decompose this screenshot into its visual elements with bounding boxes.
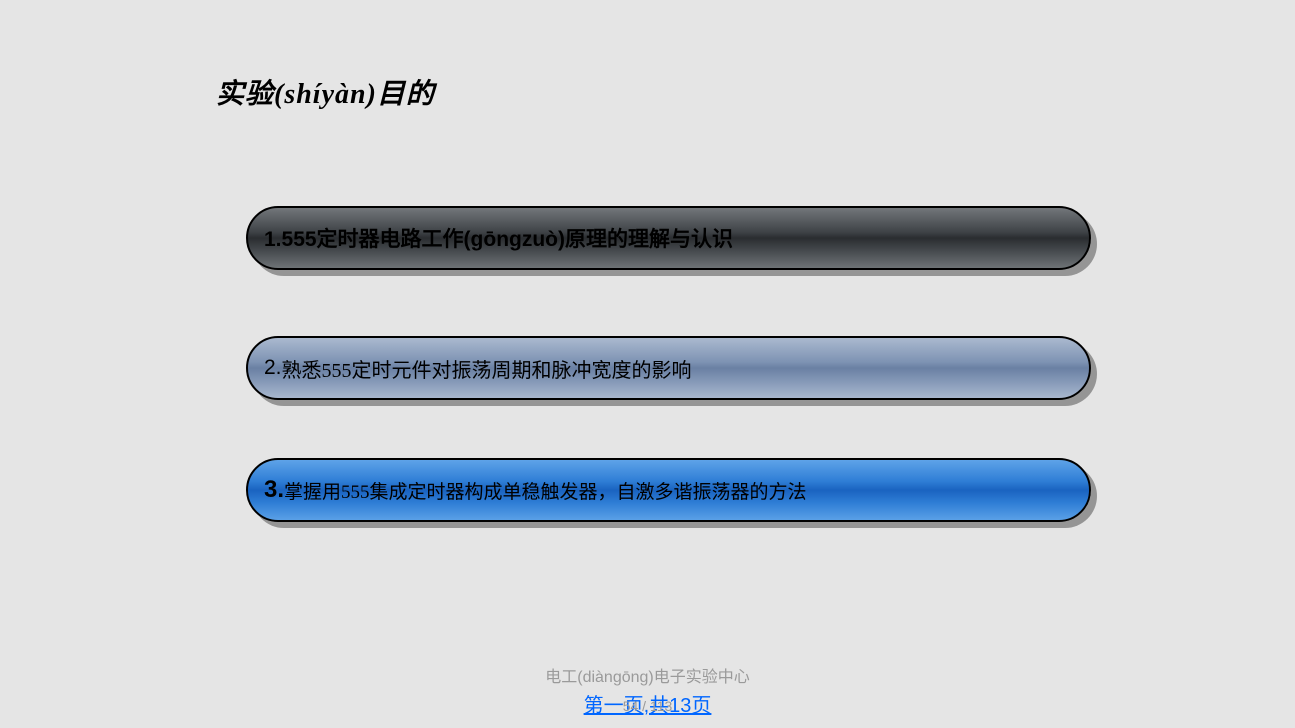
objective-num-2: 2. <box>264 356 282 380</box>
objective-text-3: 掌握用555集成定时器构成单稳触发器，自激多谐振荡器的方法 <box>284 477 807 504</box>
objective-item-1: 1.555定时器电路工作(gōngzuò)原理的理解与认识 <box>246 206 1091 270</box>
footer-source: 电工(diàngōng)电子实验中心 <box>0 663 1295 687</box>
objective-text-2: 熟悉555定时元件对振荡周期和脉冲宽度的影响 <box>282 354 692 383</box>
objective-item-2: 2.熟悉555定时元件对振荡周期和脉冲宽度的影响 <box>246 336 1091 400</box>
objective-item-3: 3.掌握用555集成定时器构成单稳触发器，自激多谐振荡器的方法 <box>246 458 1091 522</box>
objective-num-3: 3. <box>264 476 284 504</box>
slide-title: 实验(shíyàn)目的 <box>216 72 435 112</box>
objective-text-1: 1.555定时器电路工作(gōngzuò)原理的理解与认识 <box>264 223 733 253</box>
footer-page-number: 54 / 113 <box>623 698 673 714</box>
